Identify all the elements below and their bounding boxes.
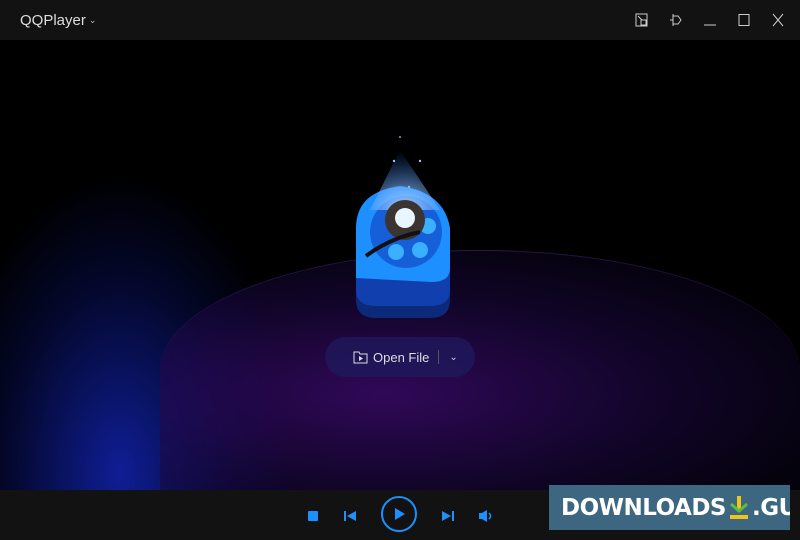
close-icon [772, 13, 784, 27]
next-button[interactable] [440, 508, 456, 524]
mini-mode-button[interactable] [632, 10, 652, 30]
minimize-icon [704, 24, 716, 26]
app-menu-button[interactable]: QQPlayer ⌄ [20, 12, 96, 29]
folder-play-icon [353, 351, 368, 364]
previous-button[interactable] [342, 508, 358, 524]
mini-mode-icon [635, 13, 648, 27]
next-icon [442, 511, 454, 521]
background-arc [160, 250, 800, 490]
divider [438, 350, 440, 364]
maximize-icon [738, 14, 750, 26]
play-icon [395, 508, 405, 520]
watermark-text-left: DOWNLOADS [561, 494, 727, 521]
open-file-label: Open File [373, 349, 430, 365]
pin-icon [670, 14, 682, 26]
title-bar: QQPlayer ⌄ [0, 0, 800, 40]
app-name: QQPlayer [20, 11, 86, 29]
stop-icon [308, 511, 318, 521]
video-area[interactable]: Open File ⌄ [0, 40, 800, 490]
watermark-logo: DOWNLOADS .GURU [549, 485, 790, 530]
play-button[interactable] [381, 496, 417, 532]
close-button[interactable] [768, 10, 788, 30]
previous-icon [344, 511, 356, 521]
watermark-text-right: .GURU [752, 494, 790, 521]
minimize-button[interactable] [700, 10, 720, 30]
maximize-button[interactable] [734, 10, 754, 30]
pin-button[interactable] [666, 10, 686, 30]
open-file-dropdown-chevron-icon[interactable]: ⌄ [449, 352, 457, 363]
volume-button[interactable] [477, 507, 495, 525]
open-file-button[interactable]: Open File [353, 350, 429, 365]
stop-button[interactable] [306, 509, 320, 523]
download-arrow-icon [730, 495, 748, 519]
chevron-down-icon: ⌄ [88, 14, 97, 25]
open-file-control: Open File ⌄ [325, 337, 475, 377]
qqplayer-logo-icon [356, 136, 450, 318]
volume-icon [479, 510, 492, 522]
